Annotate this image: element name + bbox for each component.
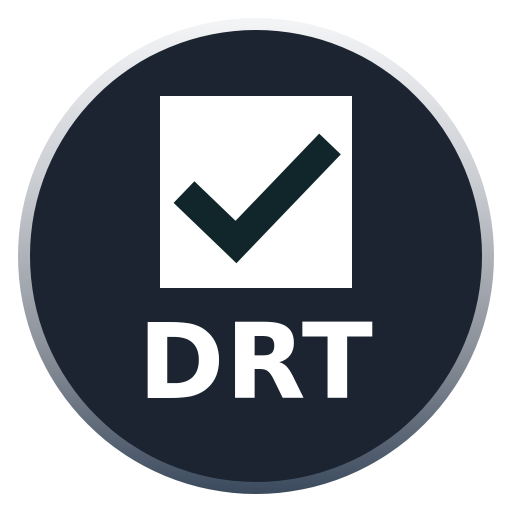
icon-label: DRT bbox=[138, 301, 374, 423]
check-icon bbox=[173, 133, 341, 264]
app-icon: DRT bbox=[0, 0, 512, 512]
checkbox-box bbox=[160, 96, 352, 288]
